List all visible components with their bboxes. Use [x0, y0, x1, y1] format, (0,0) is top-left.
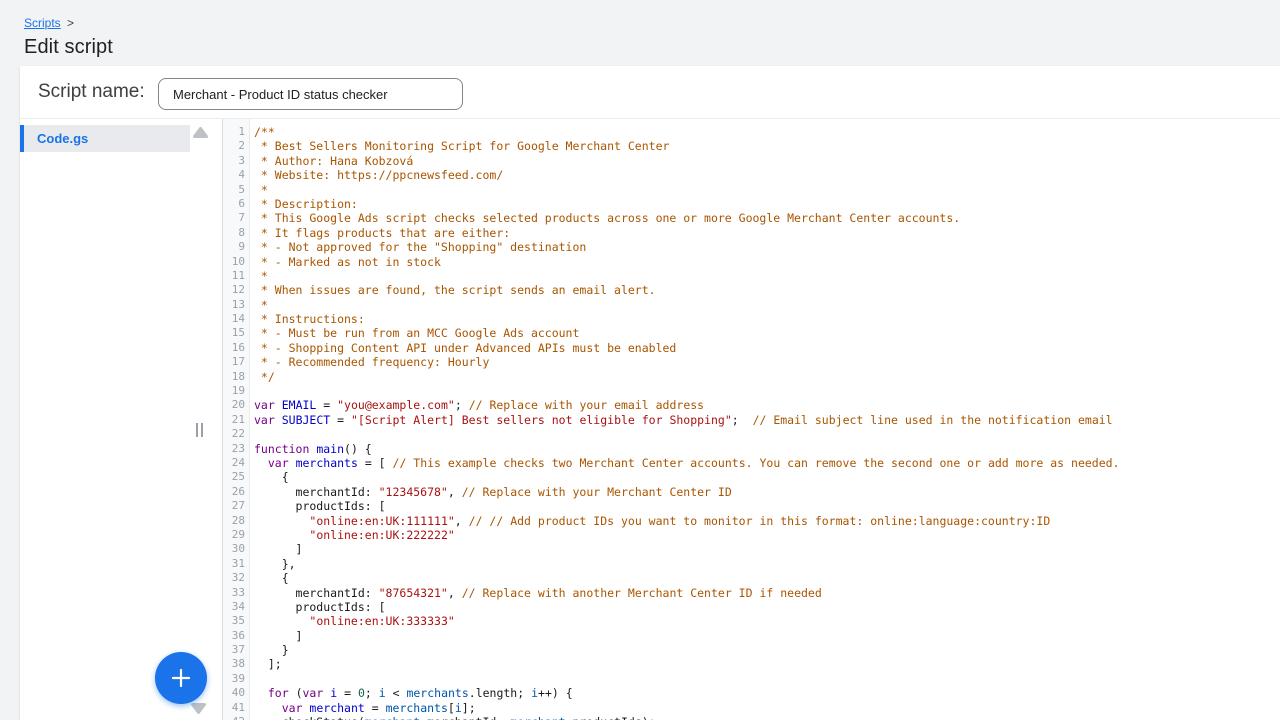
add-script-file-button[interactable] [155, 652, 207, 704]
page-header: Scripts > Edit script [0, 0, 1280, 66]
code-line: var merchant = merchants[i]; [254, 701, 1280, 715]
code-line: { [254, 470, 1280, 484]
code-line: * - Not approved for the "Shopping" dest… [254, 240, 1280, 254]
code-line: */ [254, 370, 1280, 384]
code-line: * Website: https://ppcnewsfeed.com/ [254, 168, 1280, 182]
code-line: ] [254, 629, 1280, 643]
code-line: for (var i = 0; i < merchants.length; i+… [254, 686, 1280, 700]
code-line: { [254, 571, 1280, 585]
code-line: var SUBJECT = "[Script Alert] Best selle… [254, 413, 1280, 427]
code-line: * - Must be run from an MCC Google Ads a… [254, 326, 1280, 340]
code-line: function main() { [254, 442, 1280, 456]
code-line: * Best Sellers Monitoring Script for Goo… [254, 139, 1280, 153]
editor-card: Script name: Code.gs [20, 66, 1280, 720]
file-tab-label: Code.gs [37, 131, 88, 146]
code-line: "online:en:UK:111111", // // Add product… [254, 514, 1280, 528]
code-line: productIds: [ [254, 499, 1280, 513]
line-number-gutter: 1234567891011121314151617181920212223242… [222, 119, 250, 720]
editor-area: Code.gs 12345678910 [20, 119, 1280, 720]
code-line: * [254, 298, 1280, 312]
page-title: Edit script [24, 36, 1280, 59]
file-tab-codegs[interactable]: Code.gs [20, 125, 190, 152]
code-line: /** [254, 125, 1280, 139]
plus-icon [168, 665, 194, 691]
breadcrumb: Scripts > [24, 16, 1280, 30]
code-line: * - Marked as not in stock [254, 255, 1280, 269]
code-line: "online:en:UK:222222" [254, 528, 1280, 542]
code-line: * Description: [254, 197, 1280, 211]
breadcrumb-separator: > [67, 16, 74, 30]
code-line: "online:en:UK:333333" [254, 614, 1280, 628]
script-name-row: Script name: [20, 66, 1280, 119]
file-pane: Code.gs [20, 119, 222, 720]
script-name-label: Script name: [38, 81, 145, 103]
scroll-down-arrow-icon[interactable] [190, 702, 207, 715]
code-line: checkStatus(merchant.merchantId, merchan… [254, 715, 1280, 720]
code-line: * [254, 269, 1280, 283]
code-line: merchantId: "12345678", // Replace with … [254, 485, 1280, 499]
code-line: var EMAIL = "you@example.com"; // Replac… [254, 398, 1280, 412]
breadcrumb-scripts-link[interactable]: Scripts [24, 16, 61, 30]
code-line: }, [254, 557, 1280, 571]
script-name-input[interactable] [158, 78, 463, 110]
pane-resize-handle-icon[interactable] [196, 423, 203, 437]
code-lines[interactable]: /** * Best Sellers Monitoring Script for… [250, 119, 1280, 720]
code-line: ]; [254, 657, 1280, 671]
code-line: * Instructions: [254, 312, 1280, 326]
code-line: } [254, 643, 1280, 657]
code-line: * [254, 183, 1280, 197]
scroll-up-arrow-icon[interactable] [192, 126, 209, 139]
code-line: ] [254, 542, 1280, 556]
code-line [254, 427, 1280, 441]
code-line: * It flags products that are either: [254, 226, 1280, 240]
code-line: productIds: [ [254, 600, 1280, 614]
code-line [254, 672, 1280, 686]
code-line [254, 384, 1280, 398]
code-line: var merchants = [ // This example checks… [254, 456, 1280, 470]
code-line: * Author: Hana Kobzová [254, 154, 1280, 168]
code-line: merchantId: "87654321", // Replace with … [254, 586, 1280, 600]
code-line: * This Google Ads script checks selected… [254, 211, 1280, 225]
code-line: * - Shopping Content API under Advanced … [254, 341, 1280, 355]
code-line: * When issues are found, the script send… [254, 283, 1280, 297]
code-line: * - Recommended frequency: Hourly [254, 355, 1280, 369]
